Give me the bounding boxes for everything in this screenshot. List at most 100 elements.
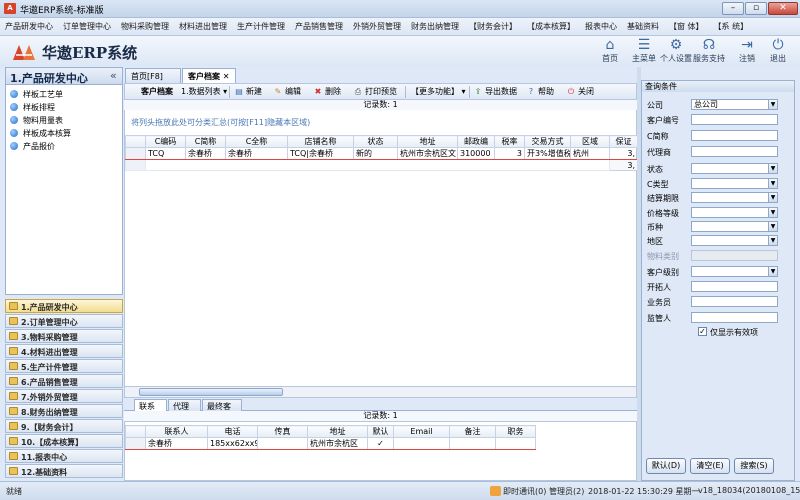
- close-button[interactable]: ⏻ 关闭: [566, 86, 594, 99]
- module-item[interactable]: 样板工艺单: [10, 88, 120, 101]
- table-cell[interactable]: 杭州市余杭区文: [397, 147, 458, 160]
- minimize-button[interactable]: –: [722, 2, 744, 15]
- module-item[interactable]: 物料用量表: [10, 114, 120, 127]
- table-cell[interactable]: 开3%增值税: [524, 147, 571, 160]
- column-header[interactable]: 职务: [495, 425, 536, 438]
- column-header[interactable]: Email: [393, 425, 450, 438]
- tab-home[interactable]: 首页[F8]: [125, 68, 181, 83]
- data-list-dropdown[interactable]: 1.数据列表 ▾: [181, 86, 227, 99]
- column-header[interactable]: 地址: [397, 135, 458, 148]
- column-header[interactable]: 传真: [257, 425, 308, 438]
- accordion-item[interactable]: 3.物料采购管理: [5, 329, 123, 343]
- column-header[interactable]: 交易方式: [524, 135, 571, 148]
- table-cell[interactable]: 3: [494, 147, 525, 160]
- module-item[interactable]: 样板成本核算: [10, 127, 120, 140]
- help-button[interactable]: ? 帮助: [526, 86, 554, 99]
- company-select[interactable]: 总公司 ▼: [691, 99, 778, 110]
- scrollbar-thumb[interactable]: [139, 388, 283, 396]
- accordion-item[interactable]: 5.生产计件管理: [5, 359, 123, 373]
- customer-code-input[interactable]: [691, 114, 778, 125]
- price-level-select[interactable]: ▼: [691, 207, 778, 218]
- menu-item[interactable]: 报表中心: [580, 18, 622, 35]
- accordion-item[interactable]: 11.报表中心: [5, 449, 123, 463]
- new-button[interactable]: ▤ 新建: [234, 86, 262, 99]
- table-row[interactable]: 余春桥 185xx62xx91 杭州市余杭区 ✓: [125, 437, 536, 450]
- search-button[interactable]: 搜索(S): [734, 458, 774, 474]
- tab-customer-file[interactable]: 客户档案 ✕: [182, 68, 236, 83]
- module-item[interactable]: 产品报价: [10, 140, 120, 153]
- column-header[interactable]: 税率: [494, 135, 525, 148]
- table-row[interactable]: TCQ 余春桥 余春桥 TCQ|余春桥 新的 杭州市余杭区文 310000 3 …: [125, 147, 638, 160]
- table-cell[interactable]: 310000: [457, 147, 495, 160]
- collapse-panel-button[interactable]: «: [110, 69, 117, 82]
- developer-input[interactable]: [691, 281, 778, 292]
- edit-button[interactable]: ✎ 编辑: [273, 86, 301, 99]
- menu-item[interactable]: 外销外贸管理: [348, 18, 406, 35]
- table-cell[interactable]: [393, 437, 450, 450]
- accordion-item[interactable]: 9.【财务会计】: [5, 419, 123, 433]
- customer-level-select[interactable]: ▼: [691, 266, 778, 277]
- menu-item[interactable]: 【系 统】: [709, 18, 754, 35]
- accordion-item[interactable]: 1.产品研发中心: [5, 299, 123, 313]
- column-header[interactable]: C简称: [185, 135, 226, 148]
- accordion-item[interactable]: 8.财务出纳管理: [5, 404, 123, 418]
- main-menu-button[interactable]: ☰ 主菜单: [628, 37, 660, 66]
- menu-item[interactable]: 生产计件管理: [232, 18, 290, 35]
- menu-item[interactable]: 产品研发中心: [0, 18, 58, 35]
- menu-item[interactable]: 【窗 体】: [664, 18, 709, 35]
- menu-item[interactable]: 物料采购管理: [116, 18, 174, 35]
- short-name-input[interactable]: [691, 130, 778, 141]
- region-select[interactable]: ▼: [691, 235, 778, 246]
- salesperson-input[interactable]: [691, 296, 778, 307]
- logout-button[interactable]: ⇥ 注销: [731, 37, 763, 66]
- tab-end-customers[interactable]: 最终客户: [202, 399, 242, 422]
- currency-select[interactable]: ▼: [691, 221, 778, 232]
- instant-message-link[interactable]: 即时通讯(0): [503, 486, 546, 497]
- menu-item[interactable]: 【财务会计】: [464, 18, 522, 35]
- column-header[interactable]: C全称: [225, 135, 288, 148]
- tab-agents[interactable]: 代理商: [168, 399, 201, 422]
- close-window-button[interactable]: ✕: [768, 2, 798, 15]
- table-cell[interactable]: 杭州: [570, 147, 610, 160]
- column-header[interactable]: 备注: [449, 425, 496, 438]
- column-header[interactable]: 地址: [307, 425, 368, 438]
- settings-button[interactable]: ⚙ 个人设置: [660, 37, 692, 66]
- close-tab-icon[interactable]: ✕: [223, 72, 230, 81]
- table-cell[interactable]: 新的: [353, 147, 398, 160]
- column-header[interactable]: 联系人: [145, 425, 208, 438]
- accordion-item[interactable]: 12.基础资料: [5, 464, 123, 478]
- menu-item[interactable]: 财务出纳管理: [406, 18, 464, 35]
- table-cell[interactable]: 余春桥: [185, 147, 226, 160]
- table-cell[interactable]: 余春桥: [225, 147, 288, 160]
- export-data-button[interactable]: ⇪ 导出数据: [473, 86, 517, 99]
- table-cell[interactable]: 3,: [609, 147, 638, 160]
- accordion-item[interactable]: 10.【成本核算】: [5, 434, 123, 448]
- column-header[interactable]: 默认: [367, 425, 394, 438]
- menu-item[interactable]: 材料进出管理: [174, 18, 232, 35]
- table-cell[interactable]: 余春桥: [145, 437, 208, 450]
- print-preview-button[interactable]: ⎙ 打印预览: [353, 86, 397, 99]
- more-functions-dropdown[interactable]: 【更多功能】 ▾: [411, 86, 466, 99]
- agent-input[interactable]: [691, 146, 778, 157]
- default-button[interactable]: 默认(D): [646, 458, 686, 474]
- column-header[interactable]: 保证: [609, 135, 638, 148]
- support-button[interactable]: ☊ 服务支持: [693, 37, 725, 66]
- column-header[interactable]: 电话: [207, 425, 258, 438]
- tab-contacts[interactable]: 联系人: [134, 399, 167, 422]
- table-cell[interactable]: [495, 437, 536, 450]
- maximize-button[interactable]: ▫: [745, 2, 767, 15]
- valid-only-checkbox[interactable]: ✓: [698, 327, 707, 336]
- accordion-item[interactable]: 7.外销外贸管理: [5, 389, 123, 403]
- menu-item[interactable]: 基础资料: [622, 18, 664, 35]
- module-item[interactable]: 样板排程: [10, 101, 120, 114]
- table-cell[interactable]: [257, 437, 308, 450]
- menu-item[interactable]: 【成本核算】: [522, 18, 580, 35]
- table-cell[interactable]: 杭州市余杭区: [307, 437, 368, 450]
- accordion-item[interactable]: 2.订单管理中心: [5, 314, 123, 328]
- clear-button[interactable]: 清空(E): [690, 458, 730, 474]
- column-header[interactable]: 区域: [570, 135, 610, 148]
- horizontal-scrollbar[interactable]: [124, 386, 637, 398]
- column-header[interactable]: 状态: [353, 135, 398, 148]
- type-select[interactable]: ▼: [691, 178, 778, 189]
- column-header[interactable]: C编码: [145, 135, 186, 148]
